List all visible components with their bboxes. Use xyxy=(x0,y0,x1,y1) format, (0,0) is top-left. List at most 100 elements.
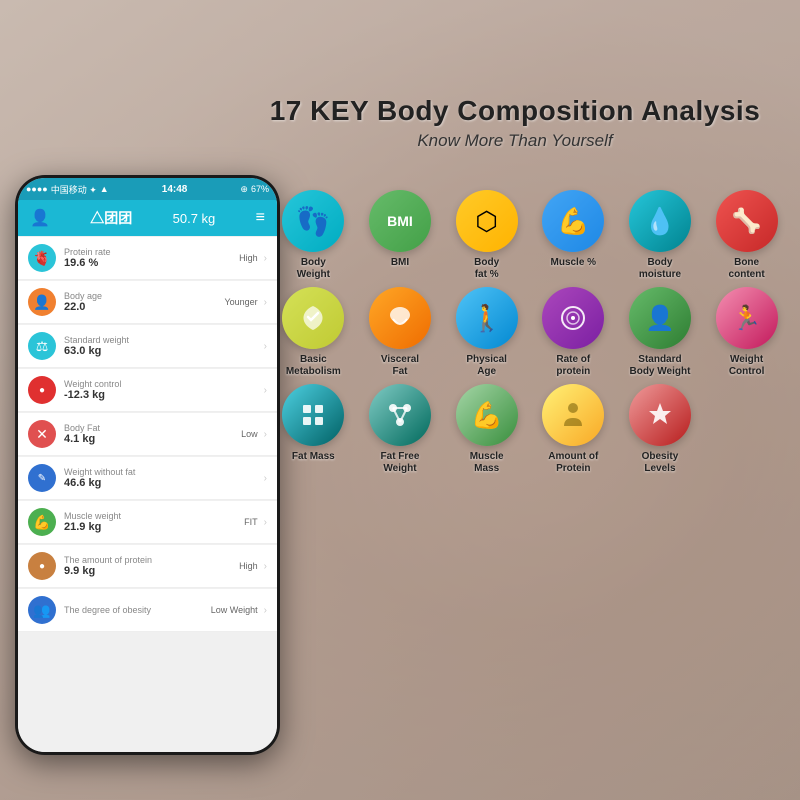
rate-protein-label: Rate ofprotein xyxy=(556,354,590,378)
fat-mass-bubble xyxy=(282,384,344,446)
icon-muscle-percent: 💪 Muscle % xyxy=(542,190,604,281)
list-item[interactable]: 👤 Body age 22.0 Younger › xyxy=(18,281,277,324)
body-fat-badge: Low xyxy=(241,429,258,439)
body-moisture-bubble: 💧 xyxy=(629,190,691,252)
phone-frame: ●●●● 中国移动 ✦ ▲ 14:48 ⊕ 67% 👤 △团团 50.7 kg xyxy=(15,175,280,755)
icon-fat-mass: Fat Mass xyxy=(282,384,344,475)
muscle-mass-label: MuscleMass xyxy=(470,451,504,475)
standard-weight-text: Standard weight 63.0 kg xyxy=(64,335,258,357)
chevron-icon: › xyxy=(264,341,267,352)
obesity-degree-text: The degree of obesity xyxy=(64,605,211,615)
fat-mass-icon xyxy=(296,398,330,432)
list-item[interactable]: 👥 The degree of obesity Low Weight › xyxy=(18,589,277,632)
protein-amount-text: The amount of protein 9.9 kg xyxy=(64,555,239,577)
protein-rate-text: Protein rate 19.6 % xyxy=(64,247,239,269)
status-left: ●●●● 中国移动 ✦ ▲ xyxy=(26,183,109,196)
muscle-mass-bubble: 💪 xyxy=(456,384,518,446)
body-moisture-icon: 💧 xyxy=(644,206,676,237)
nav-bar[interactable]: 👤 △团团 50.7 kg ≡ xyxy=(18,200,277,236)
muscle-weight-text: Muscle weight 21.9 kg xyxy=(64,511,244,533)
list-item[interactable]: 🫀 Protein rate 19.6 % High › xyxy=(18,237,277,280)
fat-free-weight-label: Fat FreeWeight xyxy=(381,451,420,475)
icon-bone-content: 🦴 Bonecontent xyxy=(716,190,778,281)
main-title: 17 KEY Body Composition Analysis xyxy=(230,95,800,127)
body-fat-text: Body Fat 4.1 kg xyxy=(64,423,241,445)
icon-standard-body-weight: 👤 StandardBody Weight xyxy=(629,287,691,378)
obesity-levels-bubble xyxy=(629,384,691,446)
bmi-bubble: BMI xyxy=(369,190,431,252)
list-item[interactable]: ✕ Body Fat 4.1 kg Low › xyxy=(18,413,277,456)
icon-body-fat: ⬡ Bodyfat % xyxy=(456,190,518,281)
empty-slot xyxy=(716,384,778,475)
rate-protein-bubble xyxy=(542,287,604,349)
body-fat-bubble: ⬡ xyxy=(456,190,518,252)
basic-metabolism-icon xyxy=(296,301,330,335)
main-content: 17 KEY Body Composition Analysis Know Mo… xyxy=(0,0,800,800)
carrier-label: 中国移动 ✦ xyxy=(51,183,97,196)
fat-free-weight-bubble xyxy=(369,384,431,446)
bmi-icon: BMI xyxy=(387,213,413,229)
chevron-icon: › xyxy=(264,253,267,264)
body-fat-icon: ✕ xyxy=(28,420,56,448)
list-item[interactable]: ✎ Weight without fat 46.6 kg › xyxy=(18,457,277,500)
body-fat-icon: ⬡ xyxy=(475,206,498,237)
icons-row-3: Fat Mass Fat FreeWeight � xyxy=(270,384,790,475)
phone-mockup: ●●●● 中国移动 ✦ ▲ 14:48 ⊕ 67% 👤 △团团 50.7 kg xyxy=(15,175,280,755)
chevron-icon: › xyxy=(264,297,267,308)
icon-bmi: BMI BMI xyxy=(369,190,431,281)
back-icon[interactable]: 👤 xyxy=(30,208,50,228)
chevron-icon: › xyxy=(264,429,267,440)
icon-amount-protein: Amount ofProtein xyxy=(542,384,604,475)
body-weight-label: BodyWeight xyxy=(297,257,330,281)
chevron-icon: › xyxy=(264,473,267,484)
visceral-fat-bubble xyxy=(369,287,431,349)
physical-age-icon: 🚶 xyxy=(470,303,502,334)
standard-body-weight-bubble: 👤 xyxy=(629,287,691,349)
list-item[interactable]: ● The amount of protein 9.9 kg High › xyxy=(18,545,277,588)
nav-menu-icon[interactable]: ≡ xyxy=(256,209,265,227)
protein-amount-icon: ● xyxy=(28,552,56,580)
fat-free-weight-icon xyxy=(383,398,417,432)
muscle-weight-badge: FIT xyxy=(244,517,258,527)
rate-protein-icon xyxy=(556,301,590,335)
amount-protein-icon xyxy=(556,398,590,432)
standard-body-weight-label: StandardBody Weight xyxy=(629,354,690,378)
amount-protein-label: Amount ofProtein xyxy=(548,451,598,475)
nav-title: △团团 xyxy=(90,208,132,228)
wifi-icon: ▲ xyxy=(100,184,109,194)
chevron-icon: › xyxy=(264,385,267,396)
chevron-icon: › xyxy=(264,561,267,572)
battery-label: 67% xyxy=(251,184,269,194)
weight-no-fat-text: Weight without fat 46.6 kg xyxy=(64,467,258,489)
chevron-icon: › xyxy=(264,517,267,528)
list-item[interactable]: ⚖ Standard weight 63.0 kg › xyxy=(18,325,277,368)
body-fat-label: Bodyfat % xyxy=(474,257,499,281)
body-age-text: Body age 22.0 xyxy=(64,291,224,313)
icon-body-moisture: 💧 Bodymoisture xyxy=(629,190,691,281)
icon-body-weight: 👣 BodyWeight xyxy=(282,190,344,281)
protein-amount-badge: High xyxy=(239,561,258,571)
standard-body-weight-icon: 👤 xyxy=(645,304,675,333)
visceral-fat-icon xyxy=(383,301,417,335)
icon-visceral-fat: VisceralFat xyxy=(369,287,431,378)
icon-obesity-levels: ObesityLevels xyxy=(629,384,691,475)
basic-metabolism-bubble xyxy=(282,287,344,349)
muscle-percent-label: Muscle % xyxy=(551,257,597,269)
phone-screen: ●●●● 中国移动 ✦ ▲ 14:48 ⊕ 67% 👤 △团团 50.7 kg xyxy=(18,178,277,752)
icon-weight-control: 🏃 WeightControl xyxy=(716,287,778,378)
list-item[interactable]: 💪 Muscle weight 21.9 kg FIT › xyxy=(18,501,277,544)
icon-fat-free-weight: Fat FreeWeight xyxy=(369,384,431,475)
icons-row-2: BasicMetabolism VisceralFat 🚶 PhysicalAg… xyxy=(270,287,790,378)
icon-muscle-mass: 💪 MuscleMass xyxy=(456,384,518,475)
weight-no-fat-icon: ✎ xyxy=(28,464,56,492)
physical-age-label: PhysicalAge xyxy=(466,354,507,378)
app-list: 🫀 Protein rate 19.6 % High › 👤 Body age … xyxy=(18,236,277,752)
chevron-icon: › xyxy=(264,605,267,616)
nav-weight: 50.7 kg xyxy=(173,211,216,226)
list-item[interactable]: ● Weight control -12.3 kg › xyxy=(18,369,277,412)
weight-control-text: Weight control -12.3 kg xyxy=(64,379,258,401)
obesity-degree-badge: Low Weight xyxy=(211,605,258,615)
bmi-label: BMI xyxy=(391,257,409,269)
status-right: ⊕ 67% xyxy=(240,184,269,195)
standard-weight-icon: ⚖ xyxy=(28,332,56,360)
